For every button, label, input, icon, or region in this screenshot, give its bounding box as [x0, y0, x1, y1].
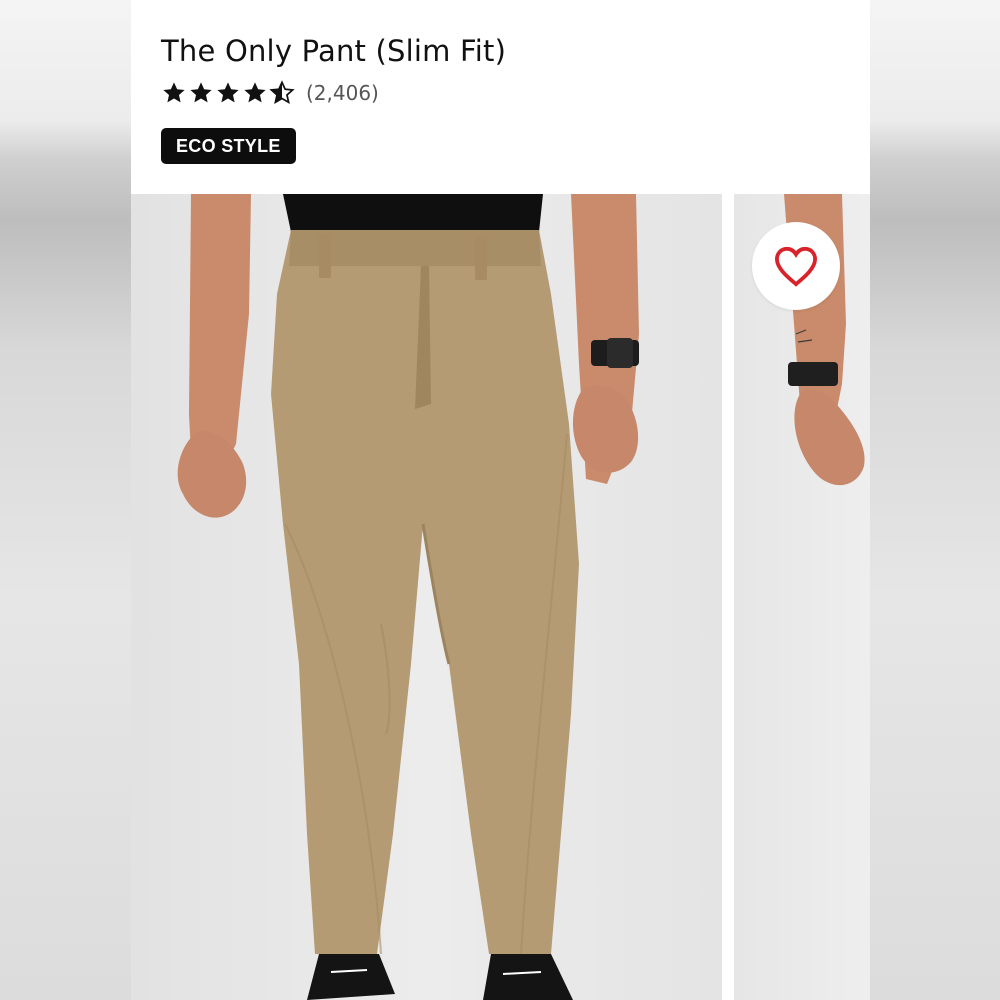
star-icon	[244, 82, 266, 103]
half-star-icon	[269, 80, 295, 105]
favorite-button[interactable]	[752, 222, 840, 310]
product-card: The Only Pant (Slim Fit) (2,406) ECO STY…	[131, 0, 870, 1000]
star-rating	[161, 80, 296, 106]
rating-row[interactable]: (2,406)	[161, 80, 379, 106]
heart-outline-icon	[774, 246, 818, 287]
background-blur-right	[869, 0, 1000, 1000]
model-front-illustration	[177, 194, 639, 1000]
product-image-secondary[interactable]	[734, 194, 870, 1000]
image-gap	[722, 194, 734, 1000]
product-image-main[interactable]	[131, 194, 722, 1000]
star-icon	[217, 82, 239, 103]
product-header: The Only Pant (Slim Fit) (2,406) ECO STY…	[131, 0, 870, 194]
background-blur-left	[0, 0, 131, 1000]
eco-style-badge: ECO STYLE	[161, 128, 296, 164]
star-icon	[190, 82, 212, 103]
review-count[interactable]: (2,406)	[306, 81, 379, 105]
product-title[interactable]: The Only Pant (Slim Fit)	[161, 34, 506, 68]
model-side-illustration	[784, 194, 865, 486]
star-icon	[163, 82, 185, 103]
